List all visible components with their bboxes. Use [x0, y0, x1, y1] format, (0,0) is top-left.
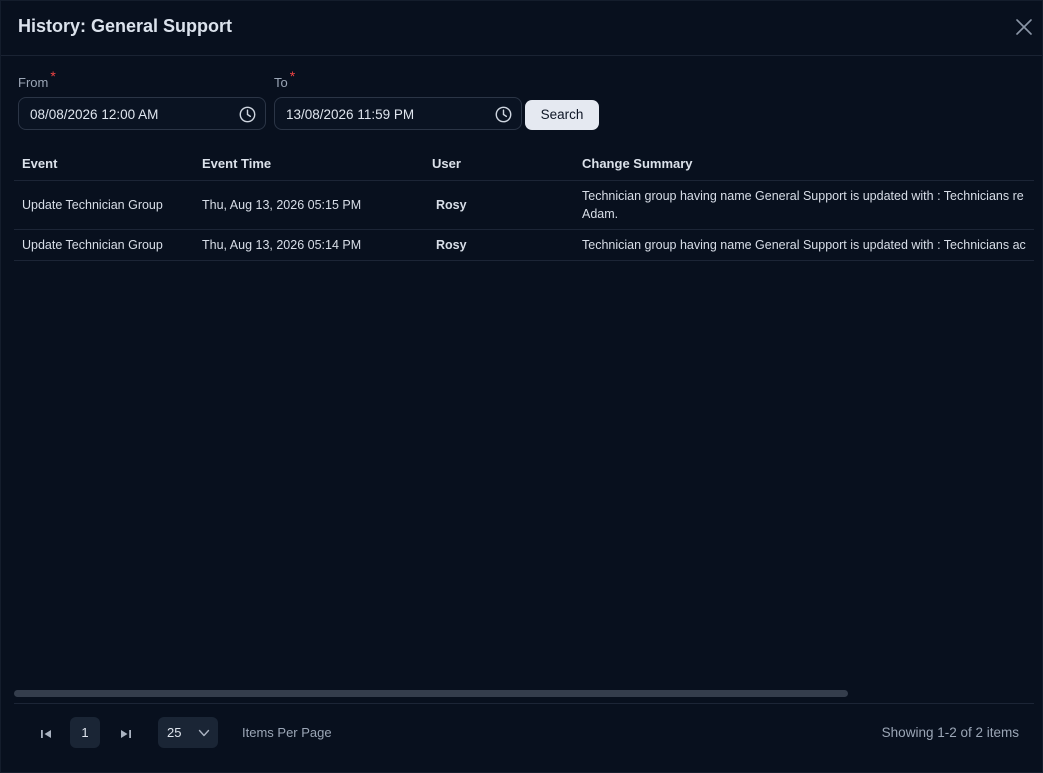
- from-date-input[interactable]: 08/08/2026 12:00 AM: [18, 97, 266, 130]
- chevron-down-icon: [198, 729, 210, 737]
- to-label-text: To: [274, 75, 288, 90]
- column-header-user[interactable]: User: [432, 156, 461, 171]
- history-dialog: History: General Support From * 08/08/202…: [0, 0, 1043, 773]
- from-label: From *: [18, 68, 56, 90]
- column-header-event[interactable]: Event: [22, 156, 57, 171]
- required-mark: *: [50, 68, 56, 84]
- horizontal-scrollbar[interactable]: [14, 690, 848, 697]
- pagination-bar: 1 25 Items Per Page Showing 1-2 of 2 ite…: [14, 703, 1034, 773]
- first-page-icon: [41, 730, 51, 738]
- column-header-event-time[interactable]: Event Time: [202, 156, 271, 171]
- close-button[interactable]: [1012, 15, 1036, 39]
- from-date-value: 08/08/2026 12:00 AM: [30, 107, 159, 122]
- table-row[interactable]: Update Technician Group Thu, Aug 13, 202…: [14, 181, 1034, 230]
- close-icon: [1016, 19, 1032, 35]
- column-header-change-summary[interactable]: Change Summary: [582, 156, 693, 171]
- event-cell: Update Technician Group: [22, 238, 163, 252]
- clock-icon[interactable]: [238, 105, 257, 124]
- table-header: Event Event Time User Change Summary: [14, 146, 1034, 181]
- items-per-page-label: Items Per Page: [242, 725, 332, 740]
- dialog-title: History: General Support: [18, 16, 233, 36]
- to-date-input[interactable]: 13/08/2026 11:59 PM: [274, 97, 522, 130]
- required-mark: *: [289, 68, 296, 84]
- from-label-text: From: [18, 75, 49, 90]
- items-per-page-value: 25: [167, 725, 182, 740]
- showing-count: Showing 1-2 of 2 items: [881, 725, 1019, 740]
- to-label: To *: [274, 68, 295, 90]
- dialog-header: History: General Support: [1, 1, 1042, 56]
- last-page-button[interactable]: [116, 724, 136, 744]
- last-page-icon: [121, 730, 131, 738]
- event-time-cell: Thu, Aug 13, 2026 05:15 PM: [202, 198, 362, 212]
- items-per-page-select[interactable]: 25: [158, 717, 218, 748]
- search-button[interactable]: Search: [525, 100, 599, 130]
- page-number-current[interactable]: 1: [70, 717, 100, 748]
- event-cell: Update Technician Group: [22, 198, 163, 212]
- table-row[interactable]: Update Technician Group Thu, Aug 13, 202…: [14, 230, 1034, 261]
- first-page-button[interactable]: [36, 724, 56, 744]
- user-cell: Rosy: [436, 238, 467, 252]
- change-summary-cell: Technician group having name General Sup…: [582, 238, 1026, 252]
- to-date-value: 13/08/2026 11:59 PM: [286, 107, 415, 122]
- clock-icon[interactable]: [494, 105, 513, 124]
- user-cell: Rosy: [436, 198, 467, 212]
- change-summary-cell: Technician group having name General Sup…: [582, 189, 1024, 221]
- event-time-cell: Thu, Aug 13, 2026 05:14 PM: [202, 238, 362, 252]
